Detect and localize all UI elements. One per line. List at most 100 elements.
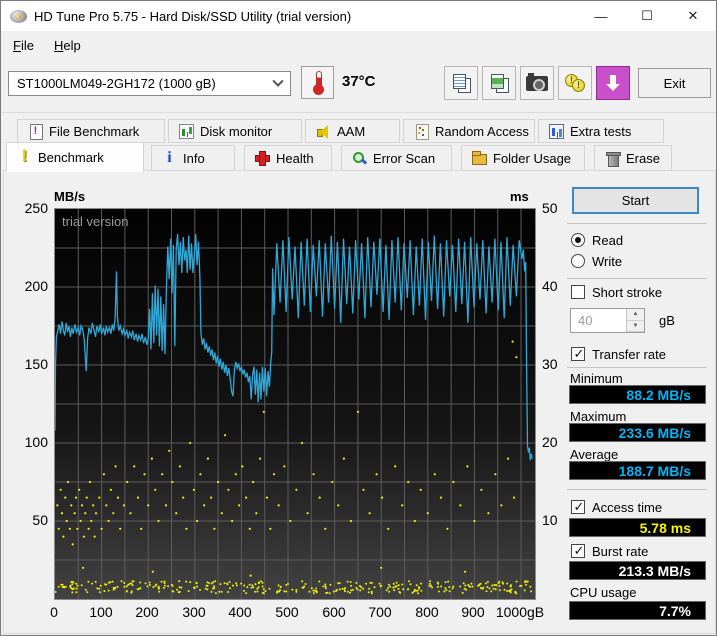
maximum-label: Maximum — [570, 409, 626, 424]
menu-file[interactable]: File — [3, 34, 44, 57]
minimum-value: 88.2 MB/s — [569, 385, 706, 404]
close-button[interactable]: ✕ — [670, 1, 716, 31]
x-axis-label: 700 — [368, 604, 391, 620]
transfer-rate-label: Transfer rate — [592, 347, 666, 362]
x-axis-label: 100 — [89, 604, 112, 620]
screenshot-button[interactable] — [520, 66, 554, 100]
info-icon — [162, 151, 177, 166]
start-button[interactable]: Start — [572, 187, 699, 214]
y-axis-label-left: 200 — [6, 278, 48, 294]
health-cross-icon — [255, 151, 270, 166]
x-axis-label: 600 — [322, 604, 345, 620]
burst-rate-row[interactable]: Burst rate — [571, 543, 648, 559]
copy-image-icon — [490, 74, 508, 92]
access-time-checkbox[interactable] — [571, 500, 585, 514]
drive-selector[interactable]: ST1000LM049-2GH172 (1000 gB) — [8, 71, 291, 96]
tab-label: Erase — [626, 151, 660, 166]
maximize-button[interactable]: ☐ — [624, 1, 670, 31]
drive-selector-value: ST1000LM049-2GH172 (1000 gB) — [17, 76, 216, 91]
short-stroke-value: 40 — [571, 309, 626, 332]
read-radio-row[interactable]: Read — [571, 232, 623, 248]
cpu-usage-value: 7.7% — [569, 601, 706, 620]
stepper-up-button[interactable]: ▲ — [627, 309, 644, 321]
burst-rate-value: 213.3 MB/s — [569, 561, 706, 580]
y-axis-label-left: 50 — [6, 512, 48, 528]
x-axis-label: 400 — [228, 604, 251, 620]
title-bar: HD Tune Pro 5.75 - Hard Disk/SSD Utility… — [1, 1, 716, 31]
tab-benchmark[interactable]: Benchmark — [6, 142, 144, 172]
speaker-icon — [316, 124, 331, 139]
write-radio[interactable] — [571, 254, 585, 268]
average-label: Average — [570, 447, 618, 462]
y-axis-label-left: 150 — [6, 356, 48, 372]
x-axis-label: 200 — [135, 604, 158, 620]
tab-random-access[interactable]: Random Access — [403, 119, 535, 143]
temperature-value: 37°C — [342, 73, 376, 90]
copy-image-button[interactable] — [482, 66, 516, 100]
left-axis-unit: MB/s — [54, 189, 85, 204]
tab-file-benchmark[interactable]: File Benchmark — [17, 119, 165, 143]
copy-text-button[interactable] — [444, 66, 478, 100]
add-to-queue-button[interactable] — [596, 66, 630, 100]
short-stroke-row[interactable]: Short stroke — [571, 284, 662, 300]
average-value: 188.7 MB/s — [569, 461, 706, 480]
write-label: Write — [592, 254, 622, 269]
benchmark-chart: trial version — [54, 208, 536, 600]
x-axis-label: 800 — [415, 604, 438, 620]
tab-extra-tests[interactable]: Extra tests — [538, 119, 664, 143]
burst-rate-checkbox[interactable] — [571, 544, 585, 558]
menu-help[interactable]: Help — [44, 34, 91, 57]
tab-folder-usage[interactable]: Folder Usage — [461, 145, 585, 171]
tab-erase[interactable]: Erase — [594, 145, 672, 171]
menu-bar: File Help — [1, 31, 716, 59]
short-stroke-unit: gB — [659, 313, 675, 328]
toolbar: ST1000LM049-2GH172 (1000 gB) 37°C Exit — [1, 59, 716, 113]
x-axis-label: 900 — [461, 604, 484, 620]
save-results-button[interactable] — [558, 66, 592, 100]
y-axis-label-left: 250 — [6, 200, 48, 216]
tab-label: Random Access — [435, 124, 529, 139]
read-label: Read — [592, 233, 623, 248]
access-time-label: Access time — [592, 500, 662, 515]
random-access-icon — [414, 124, 429, 139]
minimize-button[interactable]: — — [578, 1, 624, 31]
y-axis-label-right: 40 — [542, 278, 558, 294]
y-axis-label-right: 20 — [542, 434, 558, 450]
stepper-down-button[interactable]: ▼ — [627, 321, 644, 333]
down-arrow-icon — [606, 74, 620, 92]
copy-text-icon — [452, 74, 470, 92]
access-time-row[interactable]: Access time — [571, 499, 662, 515]
app-window: HD Tune Pro 5.75 - Hard Disk/SSD Utility… — [0, 0, 717, 636]
tab-error-scan[interactable]: Error Scan — [341, 145, 452, 171]
y-axis-label-left: 100 — [6, 434, 48, 450]
benchmark-icon — [17, 150, 32, 165]
y-axis-label-right: 10 — [542, 512, 558, 528]
cpu-usage-label: CPU usage — [570, 585, 636, 600]
read-radio[interactable] — [571, 233, 585, 247]
file-benchmark-icon — [28, 124, 43, 139]
tab-label: Extra tests — [570, 124, 631, 139]
right-axis-unit: ms — [510, 189, 529, 204]
short-stroke-checkbox[interactable] — [571, 285, 585, 299]
transfer-rate-row[interactable]: Transfer rate — [571, 346, 666, 362]
app-icon — [10, 10, 27, 23]
burst-rate-label: Burst rate — [592, 544, 648, 559]
transfer-rate-checkbox[interactable] — [571, 347, 585, 361]
short-stroke-label: Short stroke — [592, 285, 662, 300]
tab-info[interactable]: Info — [151, 145, 235, 171]
maximum-value: 233.6 MB/s — [569, 423, 706, 442]
tab-health[interactable]: Health — [244, 145, 332, 171]
tab-label: Folder Usage — [493, 151, 571, 166]
short-stroke-stepper[interactable]: 40 ▲ ▼ — [570, 308, 645, 333]
separator — [567, 278, 707, 279]
y-axis-label-right: 30 — [542, 356, 558, 372]
access-time-value: 5.78 ms — [569, 518, 706, 537]
tab-label: AAM — [337, 124, 365, 139]
tab-disk-monitor[interactable]: Disk monitor — [168, 119, 302, 143]
write-radio-row[interactable]: Write — [571, 253, 622, 269]
temperature-indicator — [301, 66, 334, 99]
x-axis-label: 0 — [50, 604, 58, 620]
tab-aam[interactable]: AAM — [305, 119, 400, 143]
exit-button[interactable]: Exit — [638, 68, 711, 98]
tab-label: Benchmark — [38, 150, 104, 165]
